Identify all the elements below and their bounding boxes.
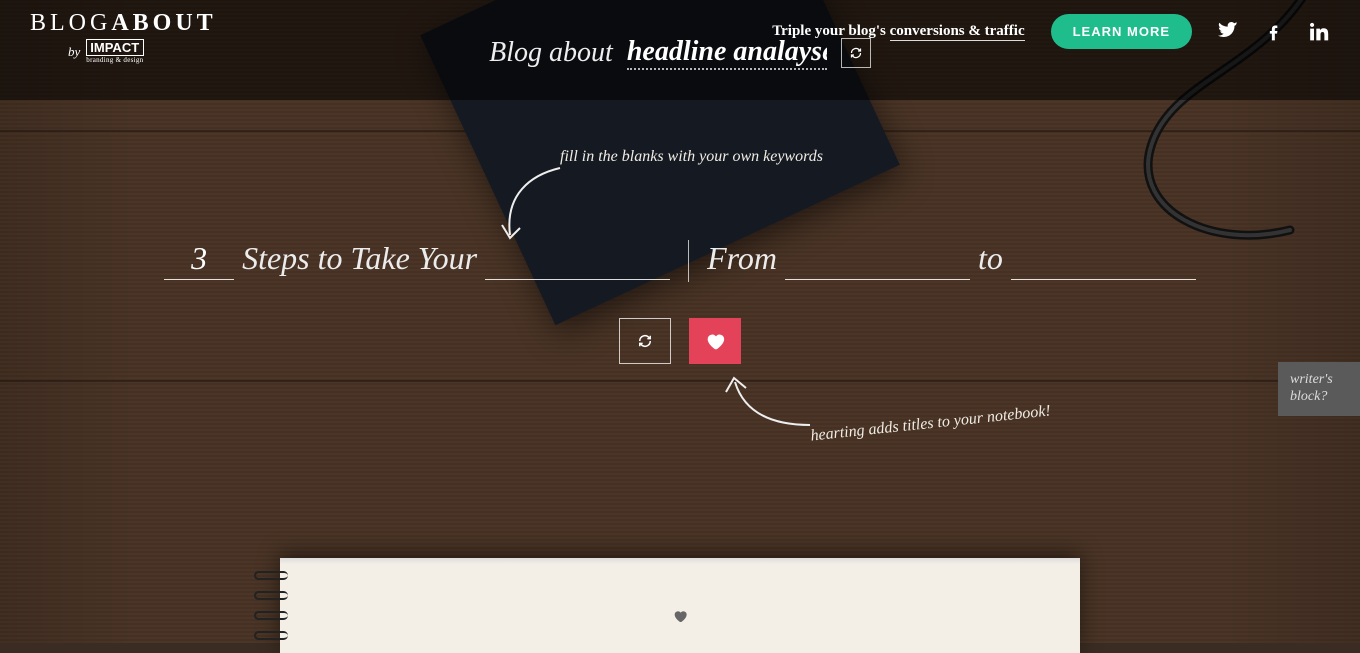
notebook-heart-icon	[672, 608, 688, 629]
headline-text-1: Steps to Take Your	[242, 240, 477, 277]
headline-text-3: to	[978, 240, 1003, 277]
hint-fill-blanks: fill in the blanks with your own keyword…	[560, 148, 823, 166]
refresh-icon	[850, 47, 862, 59]
topic-row: Blog about	[0, 36, 1360, 70]
blank-input-3[interactable]	[785, 240, 970, 280]
arrow-fill-icon	[490, 160, 570, 250]
topic-input[interactable]	[627, 36, 827, 70]
blank-input-4[interactable]	[1011, 240, 1196, 280]
arrow-heart-icon	[720, 370, 820, 440]
refresh-topic-button[interactable]	[841, 38, 871, 68]
headline-text-2: From	[707, 240, 777, 277]
refresh-headline-button[interactable]	[619, 318, 671, 364]
writers-block-tab[interactable]: writer's block?	[1278, 362, 1360, 416]
separator	[688, 240, 689, 282]
blank-input-2[interactable]	[485, 240, 670, 280]
headline-template-row: Steps to Take Your From to	[0, 240, 1360, 282]
topic-label: Blog about	[489, 37, 613, 69]
notebook[interactable]	[280, 558, 1080, 653]
logo-text: BLOGABOUT	[30, 10, 217, 37]
refresh-icon	[638, 334, 652, 348]
heart-icon	[704, 330, 726, 352]
blank-input-1[interactable]	[164, 240, 234, 280]
action-row	[0, 318, 1360, 364]
heart-save-button[interactable]	[689, 318, 741, 364]
notebook-spiral	[254, 558, 288, 653]
